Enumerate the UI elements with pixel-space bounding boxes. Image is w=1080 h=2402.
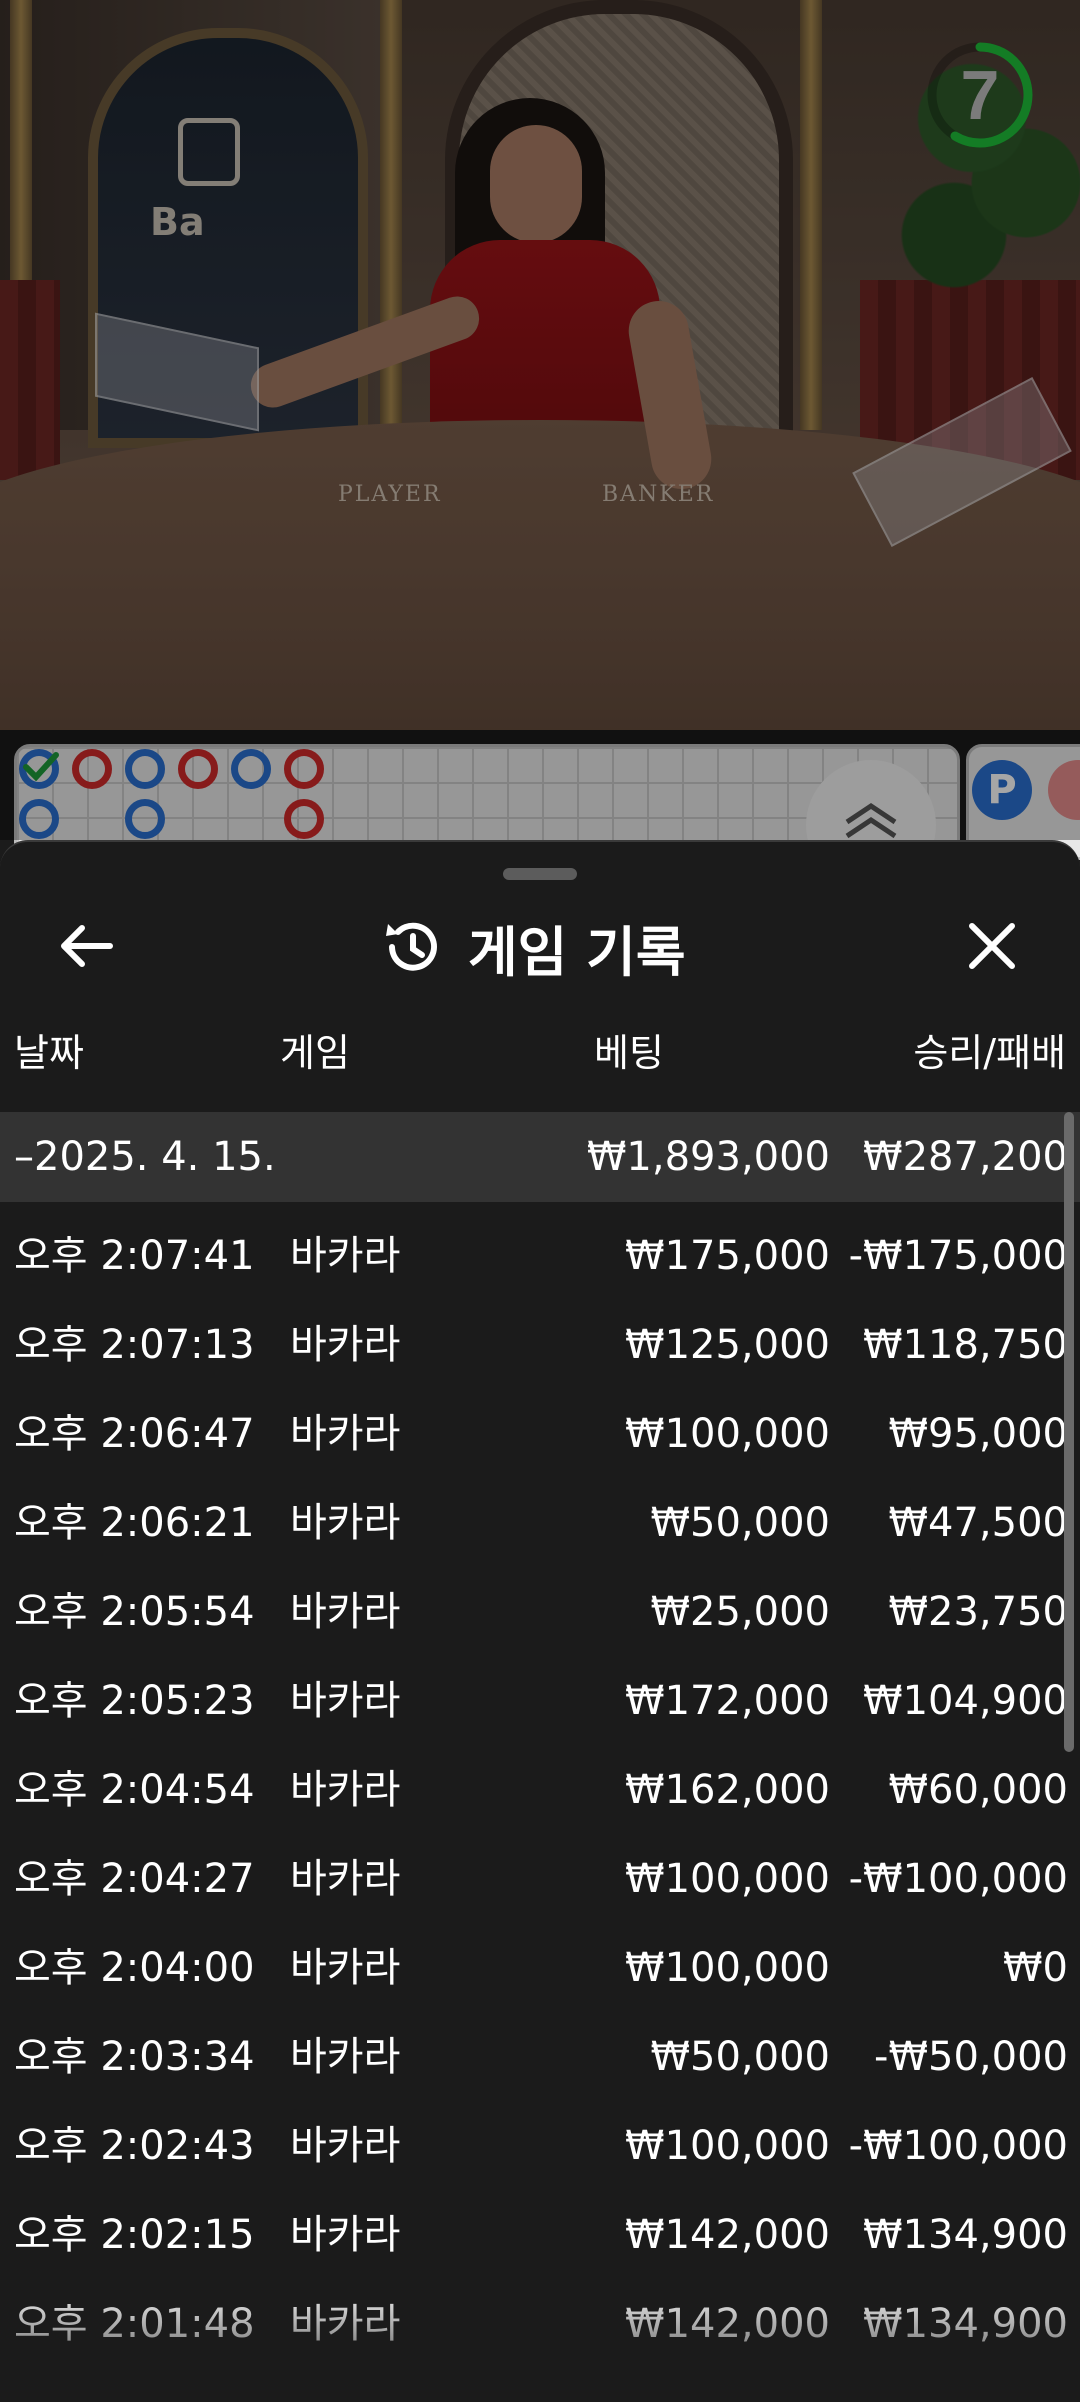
history-game: 바카라 <box>290 1500 401 1546</box>
history-game: 바카라 <box>290 1411 401 1457</box>
history-list[interactable]: –2025. 4. 15. ₩1,893,000 ₩287,200 오후 2:0… <box>0 1112 1080 2402</box>
history-bet: ₩100,000 <box>625 1856 830 1902</box>
history-row[interactable]: 오후 2:04:00 바카라 ₩100,000 ₩0 <box>0 1924 1080 2013</box>
history-time: 오후 2:04:27 <box>14 1856 255 1902</box>
history-row[interactable]: 오후 2:05:54 바카라 ₩25,000 ₩23,750 <box>0 1568 1080 1657</box>
history-result: ₩104,900 <box>863 1678 1068 1724</box>
history-game: 바카라 <box>290 1678 401 1724</box>
history-game: 바카라 <box>290 1856 401 1902</box>
history-result: ₩0 <box>1003 1945 1068 1991</box>
history-bet: ₩50,000 <box>650 2034 830 2080</box>
scrollbar[interactable] <box>1064 1112 1074 1752</box>
history-bet: ₩175,000 <box>625 1233 830 1279</box>
history-time: 오후 2:04:54 <box>14 1767 255 1813</box>
history-game: 바카라 <box>290 2034 401 2080</box>
history-game: 바카라 <box>290 1945 401 1991</box>
history-row[interactable]: 오후 2:02:15 바카라 ₩142,000 ₩134,900 <box>0 2191 1080 2280</box>
history-game: 바카라 <box>290 1233 401 1279</box>
history-result: -₩100,000 <box>848 1856 1068 1902</box>
history-result: ₩47,500 <box>888 1500 1068 1546</box>
history-time: 오후 2:05:23 <box>14 1678 255 1724</box>
column-header-game: 게임 <box>280 1031 350 1075</box>
history-bet: ₩142,000 <box>625 2301 830 2347</box>
history-result: -₩175,000 <box>848 1233 1068 1279</box>
history-clock-icon <box>386 922 437 971</box>
history-time: 오후 2:02:43 <box>14 2123 255 2169</box>
history-time: 오후 2:02:15 <box>14 2212 255 2258</box>
history-result: ₩134,900 <box>863 2301 1068 2347</box>
history-game: 바카라 <box>290 1589 401 1635</box>
sheet-header-title: 게임 기록 <box>380 902 686 992</box>
game-history-sheet: 게임 기록 날짜 게임 베팅 승리/패배 –2025. 4. 15. ₩1,89… <box>0 840 1080 2402</box>
history-bet: ₩25,000 <box>650 1589 830 1635</box>
history-row[interactable]: 오후 2:05:23 바카라 ₩172,000 ₩104,900 <box>0 1657 1080 1746</box>
date-group-bet-total: ₩1,893,000 <box>586 1134 830 1180</box>
history-game: 바카라 <box>290 2301 401 2347</box>
history-time: 오후 2:01:48 <box>14 2301 255 2347</box>
date-group-label: –2025. 4. 15. <box>14 1134 276 1180</box>
history-bet: ₩142,000 <box>625 2212 830 2258</box>
date-group-result-total: ₩287,200 <box>863 1134 1068 1180</box>
history-bet: ₩50,000 <box>650 1500 830 1546</box>
history-result: ₩95,000 <box>888 1411 1068 1457</box>
history-result: ₩134,900 <box>863 2212 1068 2258</box>
history-game: 바카라 <box>290 2212 401 2258</box>
history-game: 바카라 <box>290 1322 401 1368</box>
history-time: 오후 2:07:13 <box>14 1322 255 1368</box>
column-header-bet: 베팅 <box>594 1031 664 1075</box>
history-time: 오후 2:07:41 <box>14 1233 255 1279</box>
column-header-date: 날짜 <box>14 1031 84 1075</box>
modal-dim-overlay[interactable] <box>0 0 1080 840</box>
history-bet: ₩162,000 <box>625 1767 830 1813</box>
history-row[interactable]: 오후 2:01:48 바카라 ₩142,000 ₩134,900 <box>0 2280 1080 2369</box>
history-result: ₩60,000 <box>888 1767 1068 1813</box>
history-result: ₩23,750 <box>888 1589 1068 1635</box>
history-row[interactable]: 오후 2:04:27 바카라 ₩100,000 -₩100,000 <box>0 1835 1080 1924</box>
date-group-row[interactable]: –2025. 4. 15. ₩1,893,000 ₩287,200 <box>0 1112 1080 1202</box>
history-bet: ₩125,000 <box>625 1322 830 1368</box>
history-row[interactable]: 오후 2:02:43 바카라 ₩100,000 -₩100,000 <box>0 2102 1080 2191</box>
history-bet: ₩100,000 <box>625 1411 830 1457</box>
history-time: 오후 2:05:54 <box>14 1589 255 1635</box>
history-time: 오후 2:06:47 <box>14 1411 255 1457</box>
close-button[interactable] <box>950 904 1034 988</box>
history-game: 바카라 <box>290 2123 401 2169</box>
back-button[interactable] <box>44 904 128 988</box>
history-result: -₩50,000 <box>874 2034 1068 2080</box>
history-row[interactable]: 오후 2:06:21 바카라 ₩50,000 ₩47,500 <box>0 1479 1080 1568</box>
history-game: 바카라 <box>290 1767 401 1813</box>
history-time: 오후 2:06:21 <box>14 1500 255 1546</box>
history-row[interactable]: 오후 2:06:47 바카라 ₩100,000 ₩95,000 <box>0 1390 1080 1479</box>
sheet-drag-handle[interactable] <box>503 868 577 880</box>
history-time: 오후 2:03:34 <box>14 2034 255 2080</box>
history-row[interactable]: 오후 2:03:34 바카라 ₩50,000 -₩50,000 <box>0 2013 1080 2102</box>
close-x-icon <box>969 923 1015 969</box>
history-row[interactable]: 오후 2:07:41 바카라 ₩175,000 -₩175,000 <box>0 1212 1080 1301</box>
history-row[interactable]: 오후 2:04:54 바카라 ₩162,000 ₩60,000 <box>0 1746 1080 1835</box>
history-bet: ₩100,000 <box>625 2123 830 2169</box>
history-bet: ₩100,000 <box>625 1945 830 1991</box>
history-time: 오후 2:04:00 <box>14 1945 255 1991</box>
arrow-left-icon <box>61 925 113 967</box>
history-result: ₩118,750 <box>863 1322 1068 1368</box>
history-bet: ₩172,000 <box>625 1678 830 1724</box>
history-row[interactable]: 오후 2:07:13 바카라 ₩125,000 ₩118,750 <box>0 1301 1080 1390</box>
page-title: 게임 기록 <box>468 920 686 984</box>
column-header-result: 승리/패배 <box>913 1031 1066 1075</box>
history-result: -₩100,000 <box>848 2123 1068 2169</box>
